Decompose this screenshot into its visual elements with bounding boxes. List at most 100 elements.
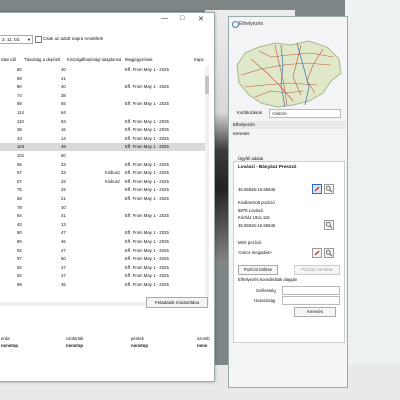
table-row[interactable]: 80 40 Eff. From May 1 - 2025 — [0, 83, 206, 90]
search-coords-button[interactable]: Keresés — [294, 307, 336, 317]
table-cell: 40 — [61, 84, 66, 90]
table-cell: 92 — [17, 264, 22, 270]
col-thursday: csütörtök — [66, 336, 84, 341]
table-cell: 97 — [17, 256, 22, 262]
search-icon[interactable] — [324, 184, 334, 194]
table-row[interactable]: 104 49 Eff. From May 1 - 2025 — [0, 143, 206, 151]
latitude-input[interactable] — [282, 286, 340, 295]
col-friday: péntek — [131, 336, 144, 341]
table-cell: 40 — [61, 67, 66, 72]
col-header-contact[interactable]: Kapc — [194, 57, 204, 62]
table-row[interactable]: 74 38 — [0, 92, 206, 99]
table-cell: 74 — [17, 92, 22, 98]
table-cell: 33 — [61, 178, 66, 184]
table-row[interactable]: 90 46 Eff. From May 1 - 2025 — [0, 238, 206, 245]
region-select[interactable]: <nincs> — [269, 109, 341, 118]
table-cell: Eff. From May 1 - 2025 — [125, 213, 169, 219]
table-row[interactable]: 101 50 — [0, 152, 206, 159]
saved-position-value: <nincs megadva> — [238, 250, 272, 255]
table-cell: 110 — [17, 118, 24, 124]
table-cell: Eff. From May 1 - 2025 — [125, 178, 169, 184]
table-cell: 38 — [61, 92, 66, 98]
edit-tasks-button[interactable]: Feladatok módosítása — [146, 297, 208, 308]
table-row[interactable]: 67 33 Kisbusz Eff. From May 1 - 2025 — [0, 178, 206, 185]
tab-search[interactable]: Keresés — [231, 130, 345, 138]
table-row[interactable]: 110 63 Eff. From May 1 - 2025 — [0, 118, 206, 125]
table-row[interactable]: 40 13 — [0, 221, 206, 228]
table-cell: 92 — [17, 273, 22, 279]
table-row[interactable]: 38 16 Eff. From May 1 - 2025 — [0, 126, 206, 133]
table-cell: 114 — [17, 110, 24, 115]
table-cell: Eff. From May 1 - 2025 — [125, 161, 169, 167]
col-header-service[interactable]: Kiszolgálhatósági tulajdonsá — [67, 57, 121, 62]
table-cell: Kisbusz — [105, 178, 121, 184]
table-cell: Eff. From May 1 - 2025 — [125, 170, 169, 176]
table-row[interactable]: 75 32 Eff. From May 1 - 2025 — [0, 186, 206, 193]
maximize-icon[interactable]: □ — [180, 15, 184, 22]
table-row[interactable]: 92 47 Eff. From May 1 - 2025 — [0, 247, 206, 254]
scrollbar-thumb[interactable] — [205, 76, 209, 94]
table-cell: Eff. From May 1 - 2025 — [125, 282, 169, 287]
longitude-label: Hosszúság — [254, 298, 276, 303]
table-cell: 14 — [61, 135, 66, 141]
col-header-distance[interactable]: Távolság a depótól — [24, 57, 60, 62]
table-cell: 41 — [61, 213, 66, 219]
table-row[interactable]: 65 33 Eff. From May 1 - 2025 — [0, 161, 206, 168]
table-cell: 40 — [61, 204, 66, 210]
table-row[interactable]: 92 47 Eff. From May 1 - 2025 — [0, 264, 206, 271]
table-row[interactable]: 98 65 Eff. From May 1 - 2025 — [0, 100, 206, 107]
orders-grid[interactable]: 80 40 Eff. From May 1 - 2025 88 41 80 40 Eff. F… — [0, 66, 206, 296]
hours-thursday: nonstop — [66, 343, 83, 348]
table-cell: 46 — [61, 239, 66, 244]
edit-saved-pencil-icon[interactable] — [312, 248, 322, 258]
table-cell: 67 — [17, 170, 22, 176]
table-cell: Eff. From May 1 - 2025 — [125, 84, 169, 90]
table-row[interactable]: 84 41 Eff. From May 1 - 2025 — [0, 212, 206, 219]
table-cell: Eff. From May 1 - 2025 — [125, 256, 169, 262]
search-selected-icon[interactable] — [324, 220, 334, 230]
customer-name: Lovászi - Bányász Presszó — [238, 164, 297, 169]
vertical-scrollbar[interactable] — [205, 66, 209, 301]
table-row[interactable]: 88 41 — [0, 75, 206, 82]
table-cell: 43 — [17, 135, 22, 141]
edit-pencil-icon[interactable] — [312, 184, 322, 194]
table-row[interactable]: 67 33 Kisbusz Eff. From May 1 - 2025 — [0, 169, 206, 176]
opening-hours-row: nonstop nonstop nonstop nons — [0, 343, 209, 349]
close-icon[interactable]: ✕ — [198, 15, 204, 23]
save-position-button[interactable]: Pozíció mentése — [294, 265, 340, 275]
date-select[interactable]: 3. 11. 03. ▼ — [0, 35, 33, 44]
only-today-checkbox[interactable] — [35, 36, 42, 43]
table-cell: Kisbusz — [105, 170, 121, 176]
table-row[interactable]: 80 40 Eff. From May 1 - 2025 — [0, 66, 206, 73]
col-wednesday: erda — [1, 336, 10, 341]
col-header-notes[interactable]: Megjegyzések — [125, 57, 152, 62]
table-cell: 13 — [61, 221, 66, 227]
table-row[interactable]: 78 40 — [0, 204, 206, 211]
table-row[interactable]: 97 50 Eff. From May 1 - 2025 — [0, 255, 206, 262]
delete-position-button[interactable]: Pozíció törlése — [238, 265, 278, 275]
table-row[interactable]: 92 47 Eff. From May 1 - 2025 — [0, 272, 206, 279]
tab-placement-label: Elhelyezés — [233, 122, 255, 127]
minimize-icon[interactable]: — — [161, 15, 168, 22]
table-row[interactable]: 114 64 — [0, 109, 206, 116]
table-row[interactable]: 43 14 Eff. From May 1 - 2025 — [0, 135, 206, 142]
saved-position-label: Mért pozíció — [238, 240, 262, 245]
table-cell: 47 — [61, 273, 66, 279]
hungary-map[interactable] — [231, 35, 345, 113]
col-header-time[interactable]: rtási idő — [1, 57, 16, 62]
date-value: 3. 11. 03. — [2, 37, 21, 42]
search-saved-icon[interactable] — [324, 248, 334, 258]
table-row[interactable]: 58 21 Eff. From May 1 - 2025 — [0, 195, 206, 202]
longitude-input[interactable] — [282, 296, 340, 305]
table-cell: 45 — [61, 282, 66, 287]
hours-saturday: nons — [197, 343, 208, 348]
table-row[interactable]: 99 45 Eff. From May 1 - 2025 — [0, 281, 206, 288]
table-cell: Eff. From May 1 - 2025 — [125, 264, 169, 270]
tab-placement[interactable]: Elhelyezés — [231, 121, 345, 129]
table-row[interactable]: 90 47 Eff. From May 1 - 2025 — [0, 229, 206, 236]
table-cell: 75 — [17, 187, 22, 193]
selected-zip: 8878 Lovászi — [238, 208, 264, 213]
customer-label: Ügyfél adatai — [238, 156, 264, 161]
table-cell: Eff. From May 1 - 2025 — [125, 239, 169, 244]
orders-grid-header: rtási idő Távolság a depótól Kiszolgálha… — [0, 57, 209, 64]
